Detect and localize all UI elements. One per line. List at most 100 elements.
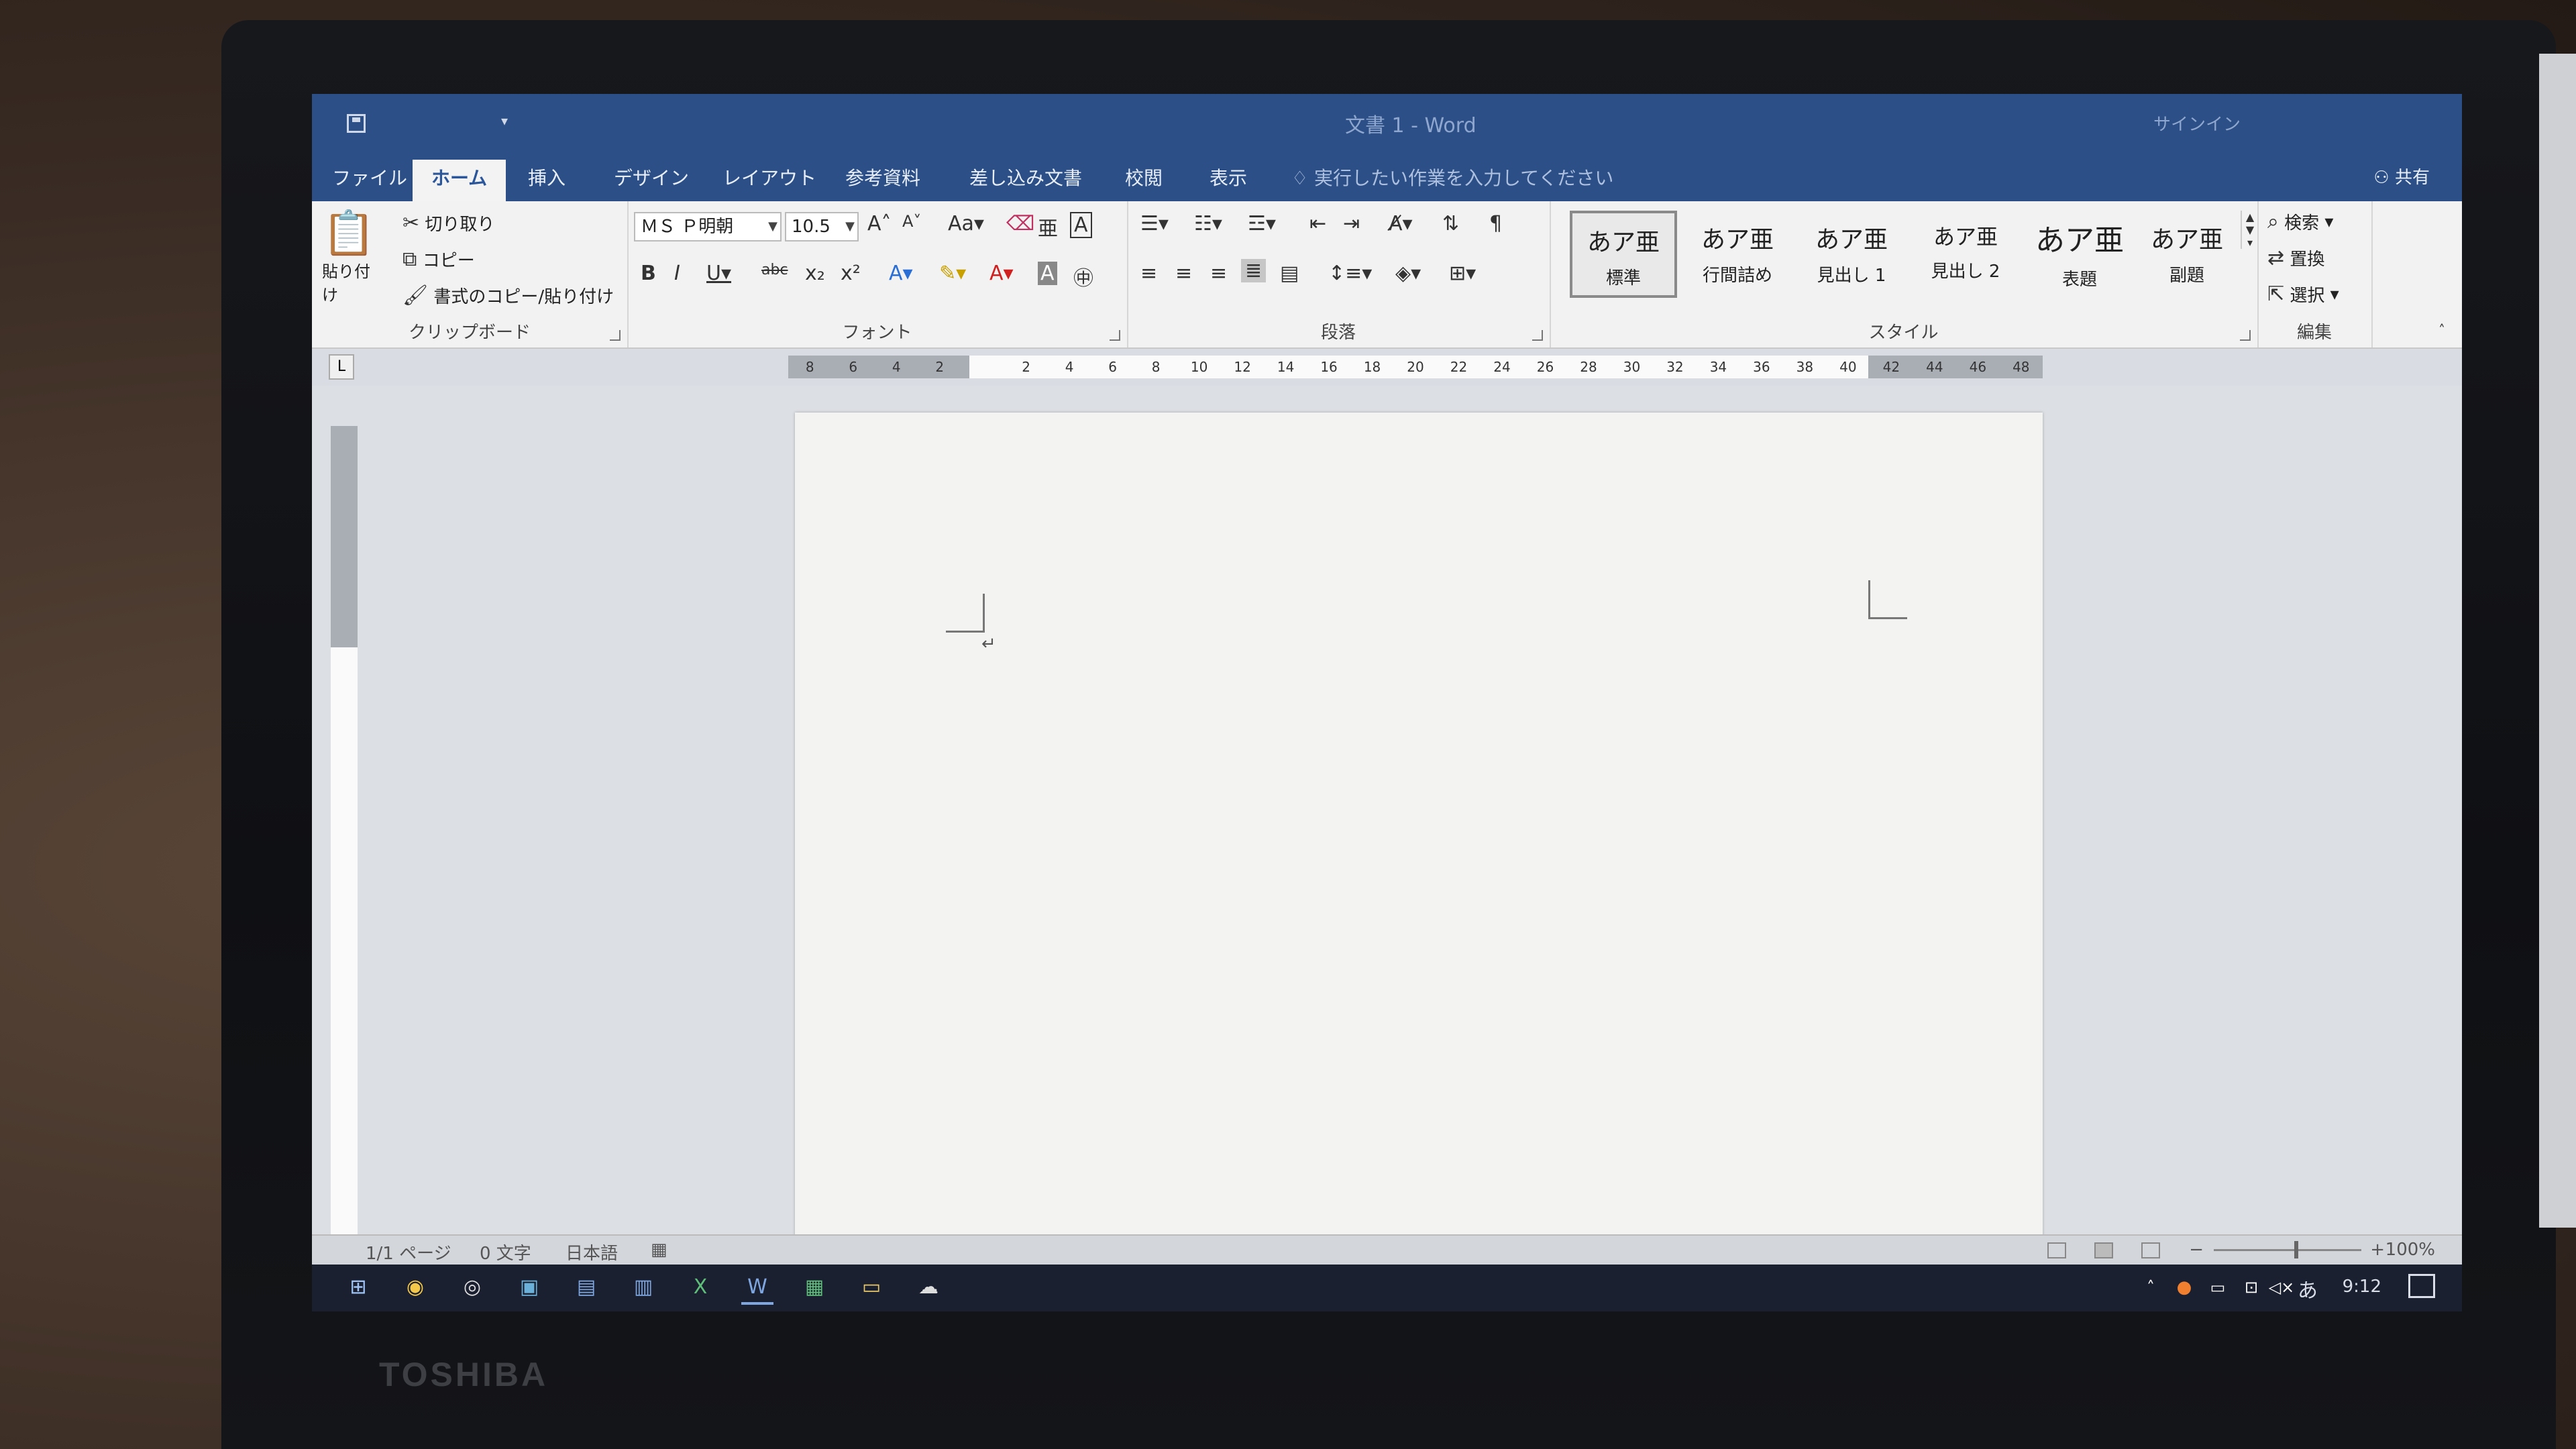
- app-icon[interactable]: ▦: [798, 1273, 830, 1302]
- styles-launcher-icon[interactable]: [2240, 330, 2251, 341]
- copy-button[interactable]: ⧉ コピー: [402, 247, 475, 272]
- print-layout-icon[interactable]: [2094, 1242, 2113, 1258]
- tab-review[interactable]: 校閲: [1125, 164, 1163, 191]
- bullets-button[interactable]: ☰▾: [1140, 212, 1169, 235]
- zoom-slider[interactable]: [2214, 1241, 2361, 1258]
- style-heading-1[interactable]: あア亜 見出し 1: [1798, 211, 1905, 298]
- app-icon[interactable]: ▣: [513, 1273, 545, 1302]
- tab-file[interactable]: ファイル: [332, 164, 407, 191]
- multilevel-list-button[interactable]: ☲▾: [1248, 212, 1276, 235]
- app-icon[interactable]: ◎: [456, 1273, 488, 1302]
- character-shading-button[interactable]: A: [1038, 262, 1057, 285]
- tab-insert[interactable]: 挿入: [528, 164, 566, 191]
- tab-design[interactable]: デザイン: [614, 164, 689, 191]
- styles-scroll[interactable]: ▲ ▼ ▾: [2241, 211, 2258, 249]
- qat-customize-button[interactable]: ▾: [501, 113, 508, 129]
- zoom-in-button[interactable]: +: [2370, 1240, 2385, 1260]
- show-marks-button[interactable]: ¶: [1489, 212, 1502, 235]
- bold-button[interactable]: B: [641, 262, 656, 285]
- align-right-button[interactable]: ≡: [1210, 262, 1227, 285]
- zoom-out-button[interactable]: −: [2189, 1240, 2204, 1260]
- cut-button[interactable]: ✂ 切り取り: [402, 211, 494, 235]
- volume-muted-icon[interactable]: ◁×: [2265, 1273, 2298, 1302]
- web-layout-icon[interactable]: [2141, 1242, 2160, 1258]
- document-page[interactable]: ↵: [795, 413, 2043, 1285]
- select-button[interactable]: ⇱ 選択 ▾: [2267, 282, 2339, 307]
- app-icon[interactable]: ▥: [627, 1273, 659, 1302]
- align-left-button[interactable]: ≡: [1140, 262, 1157, 285]
- page-count[interactable]: 1/1 ページ: [366, 1240, 451, 1265]
- windows-start-icon[interactable]: ⊞: [342, 1273, 374, 1302]
- app-icon[interactable]: ▤: [570, 1273, 602, 1302]
- phonetic-guide-button[interactable]: 亜: [1038, 212, 1058, 241]
- paste-button[interactable]: 📋 貼り付け: [322, 208, 376, 305]
- app-icon[interactable]: ☁: [912, 1273, 945, 1302]
- file-explorer-icon[interactable]: ▭: [855, 1273, 888, 1302]
- font-launcher-icon[interactable]: [1110, 330, 1120, 341]
- indent-marker[interactable]: [961, 356, 1004, 378]
- asian-layout-button[interactable]: A̸▾: [1389, 212, 1413, 235]
- tell-me-search[interactable]: ♢ 実行したい作業を入力してください: [1291, 164, 1613, 191]
- save-icon[interactable]: [347, 114, 366, 133]
- format-painter-button[interactable]: 🖌 書式のコピー/貼り付け: [402, 283, 614, 308]
- underline-button[interactable]: U▾: [706, 262, 731, 285]
- text-effects-button[interactable]: A▾: [889, 262, 913, 285]
- style-subtitle[interactable]: あア亜 副題: [2133, 211, 2241, 298]
- style-title[interactable]: あア亜 表題: [2026, 211, 2133, 298]
- style-heading-2[interactable]: あア亜 見出し 2: [1912, 211, 2019, 298]
- decrease-indent-button[interactable]: ⇤: [1309, 212, 1326, 235]
- word-icon[interactable]: W: [741, 1273, 773, 1305]
- style-normal[interactable]: あア亜 標準: [1570, 211, 1677, 298]
- clipboard-launcher-icon[interactable]: [610, 330, 621, 341]
- tab-layout[interactable]: レイアウト: [722, 164, 816, 191]
- font-size-combo[interactable]: 10.5 ▼: [785, 212, 859, 241]
- character-border-button[interactable]: A: [1070, 212, 1092, 238]
- clock[interactable]: 9:12: [2343, 1277, 2381, 1297]
- word-count[interactable]: 0 文字: [480, 1240, 531, 1265]
- notification-icon[interactable]: [2408, 1274, 2435, 1298]
- replace-button[interactable]: ⇄ 置換: [2267, 246, 2324, 270]
- distributed-button[interactable]: ▤: [1280, 262, 1299, 285]
- app-tray-icon[interactable]: ●: [2168, 1273, 2200, 1302]
- tab-home[interactable]: ホーム: [413, 160, 506, 201]
- superscript-button[interactable]: x²: [841, 262, 861, 285]
- grow-font-button[interactable]: A˄: [867, 212, 892, 235]
- zoom-slider-thumb[interactable]: [2294, 1241, 2298, 1258]
- increase-indent-button[interactable]: ⇥: [1343, 212, 1360, 235]
- network-icon[interactable]: ⊡: [2235, 1273, 2267, 1302]
- strikethrough-button[interactable]: abc: [761, 262, 788, 278]
- collapse-ribbon-button[interactable]: ˄: [2438, 322, 2445, 338]
- italic-button[interactable]: I: [674, 262, 680, 285]
- read-mode-icon[interactable]: [2047, 1242, 2066, 1258]
- tab-view[interactable]: 表示: [1210, 164, 1247, 191]
- enclose-characters-button[interactable]: ㊥: [1073, 262, 1093, 291]
- borders-button[interactable]: ⊞▾: [1449, 262, 1476, 285]
- justify-button[interactable]: ≣: [1241, 259, 1267, 282]
- change-case-button[interactable]: Aa▾: [948, 212, 984, 235]
- signin-link[interactable]: サインイン: [2153, 111, 2241, 136]
- style-no-spacing[interactable]: あア亜 行間詰め: [1684, 211, 1791, 298]
- tab-selector[interactable]: L: [329, 354, 354, 380]
- subscript-button[interactable]: x₂: [805, 262, 825, 285]
- find-button[interactable]: ⌕ 検索 ▾: [2267, 209, 2333, 234]
- tab-references[interactable]: 参考資料: [845, 164, 920, 191]
- macro-record-icon[interactable]: ▦: [651, 1240, 667, 1260]
- battery-icon[interactable]: ▭: [2202, 1273, 2234, 1302]
- ime-indicator[interactable]: あ: [2298, 1274, 2318, 1303]
- tab-mailings[interactable]: 差し込み文書: [969, 164, 1082, 191]
- sort-button[interactable]: ⇅: [1442, 212, 1459, 235]
- font-color-button[interactable]: A▾: [989, 262, 1014, 285]
- shrink-font-button[interactable]: A˅: [902, 212, 921, 231]
- excel-icon[interactable]: X: [684, 1273, 716, 1302]
- line-spacing-button[interactable]: ↕≡▾: [1328, 262, 1372, 285]
- clear-formatting-button[interactable]: ⌫: [1006, 212, 1034, 235]
- vertical-ruler[interactable]: [331, 426, 358, 1271]
- language-indicator[interactable]: 日本語: [566, 1240, 618, 1265]
- share-button[interactable]: ⚇ 共有: [2373, 164, 2430, 189]
- shading-button[interactable]: ◈▾: [1395, 262, 1421, 285]
- font-name-combo[interactable]: ＭＳ Ｐ明朝 ▼: [634, 212, 782, 241]
- numbering-button[interactable]: ☷▾: [1194, 212, 1222, 235]
- zoom-level[interactable]: 100%: [2385, 1240, 2435, 1260]
- highlight-button[interactable]: ✎▾: [939, 262, 966, 285]
- horizontal-ruler[interactable]: 8 6 4 2 2 4 6 8 10 12 14 16 18 20 22 24 …: [788, 356, 2043, 378]
